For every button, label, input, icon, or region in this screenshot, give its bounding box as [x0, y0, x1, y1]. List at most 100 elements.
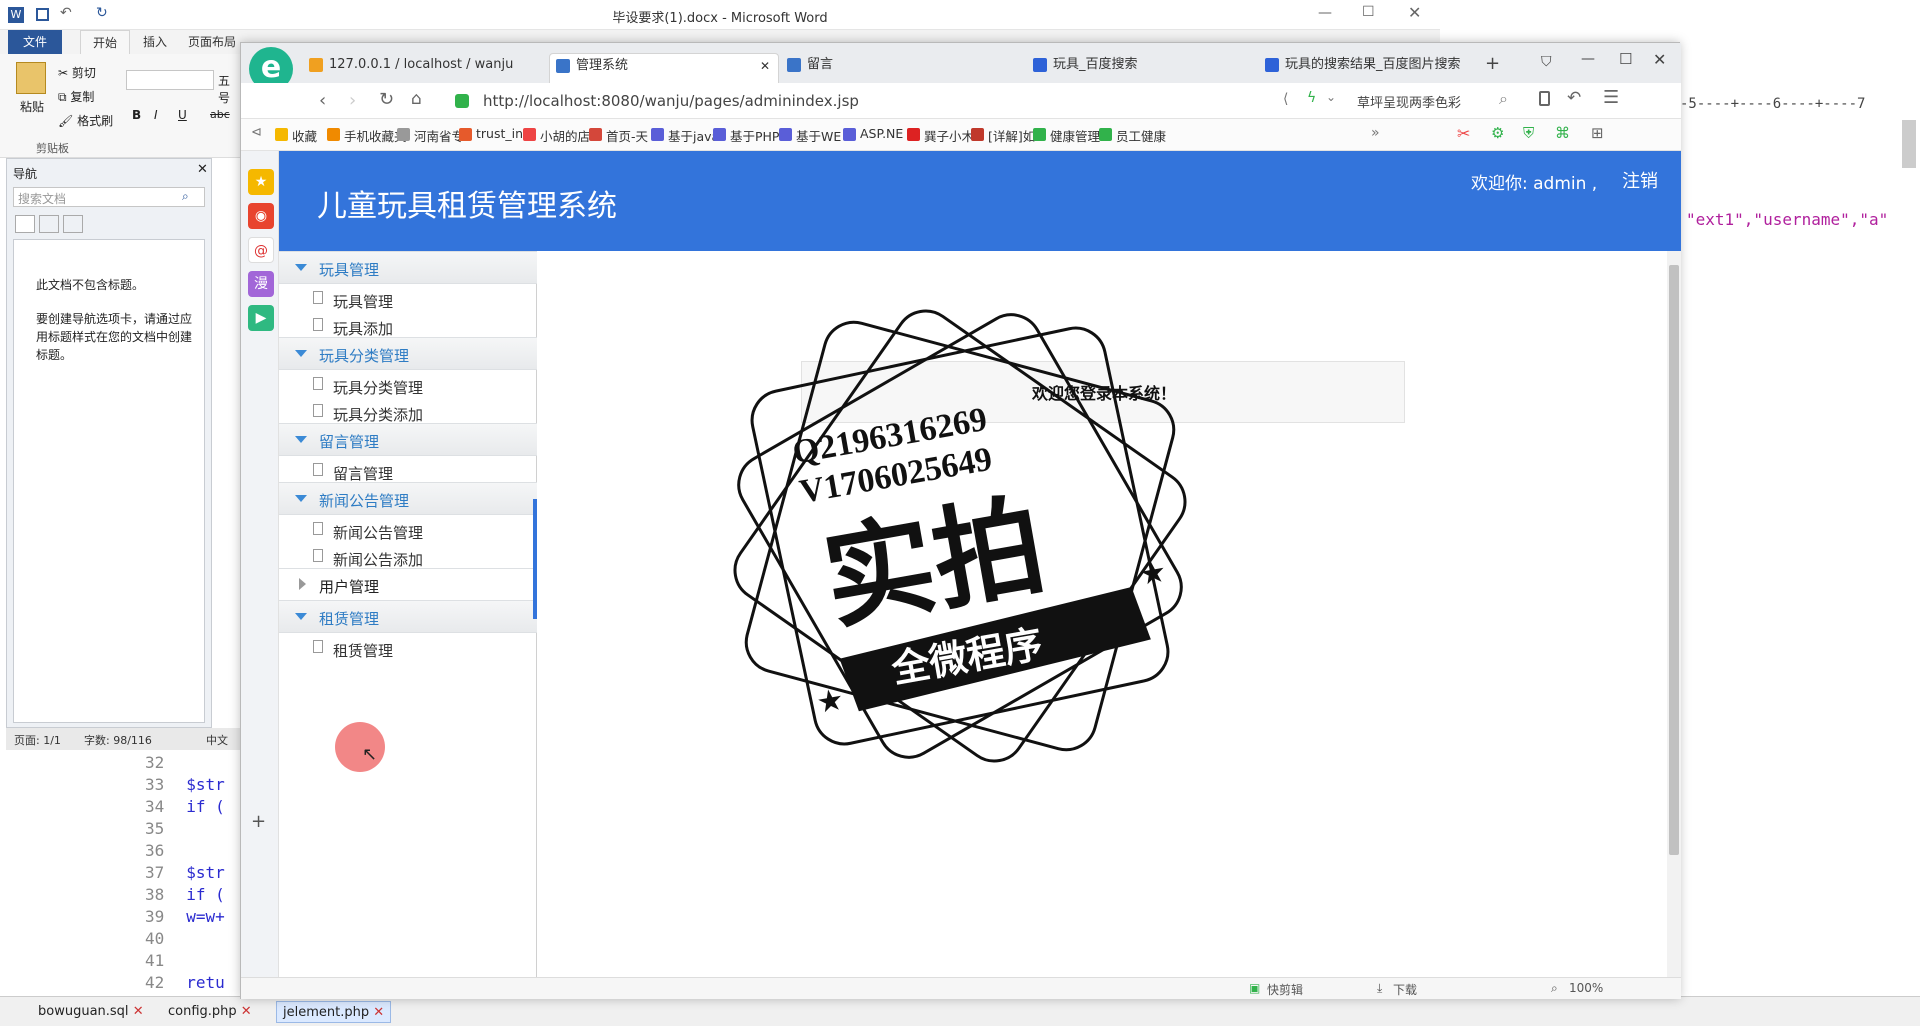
comic-icon[interactable]: 漫 — [248, 271, 274, 297]
bookmark-item[interactable]: trust_in — [459, 126, 523, 141]
close-icon[interactable]: ✕ — [760, 54, 770, 78]
back-icon[interactable]: ‹ — [319, 90, 326, 111]
file-tab-bowuguan[interactable]: bowuguan.sql ✕ — [32, 1001, 150, 1023]
extension-icon[interactable]: ⚙ — [1491, 124, 1504, 142]
logout-link[interactable]: 注销 — [1622, 167, 1658, 193]
quick-clip-icon[interactable]: ▣ — [1249, 981, 1260, 995]
menu-icon[interactable]: ☰ — [1603, 87, 1619, 108]
refresh-icon[interactable]: ↻ — [379, 89, 394, 110]
add-icon[interactable]: + — [251, 811, 266, 832]
close-icon[interactable]: ✕ — [241, 1004, 252, 1019]
content-scrollbar[interactable] — [1667, 251, 1681, 980]
quick-clip-label[interactable]: 快剪辑 — [1267, 981, 1303, 998]
tab-layout[interactable]: 页面布局 — [180, 30, 244, 54]
bookmark-item[interactable]: 健康管理 — [1033, 126, 1100, 145]
file-tab-config[interactable]: config.php ✕ — [162, 1001, 258, 1023]
bookmark-item[interactable]: 小胡的店 — [523, 126, 590, 145]
bookmark-item[interactable]: 基于WE — [779, 126, 841, 145]
zoom-icon[interactable]: ⌕ — [1551, 981, 1558, 996]
bookmark-item[interactable]: ASP.NE — [843, 126, 903, 141]
tab-home[interactable]: 开始 — [80, 30, 130, 54]
pages-view-icon[interactable] — [39, 215, 59, 233]
game-icon[interactable]: ⌘ — [1555, 124, 1570, 142]
scrollbar-thumb[interactable] — [1902, 120, 1916, 168]
bookmark-item[interactable]: 收藏 — [275, 126, 317, 145]
headings-view-icon[interactable] — [15, 215, 35, 233]
address-input[interactable]: http://localhost:8080/wanju/pages/admini… — [483, 92, 859, 110]
menu-group-messages[interactable]: 留言管理 — [279, 423, 537, 456]
search-icon[interactable]: ⌕ — [182, 189, 189, 204]
sidebar-toggle-icon[interactable]: ⊲ — [251, 125, 262, 140]
close-icon[interactable]: ✕ — [197, 162, 208, 177]
browser-tab-2[interactable]: 留言 — [781, 53, 1011, 83]
font-name-select[interactable] — [126, 70, 214, 90]
results-view-icon[interactable] — [63, 215, 83, 233]
lightning-icon[interactable]: ϟ — [1307, 90, 1316, 106]
shield-icon[interactable]: ⛨ — [1523, 124, 1534, 142]
menu-group-toys[interactable]: 玩具管理 — [279, 251, 537, 284]
strikethrough-button[interactable]: abc — [210, 108, 230, 121]
tab-insert[interactable]: 插入 — [130, 30, 180, 54]
file-tab-jelement[interactable]: jelement.php ✕ — [276, 1001, 392, 1023]
line-number: 36 — [145, 841, 165, 860]
bookmark-item[interactable]: 基于PHP — [713, 126, 779, 145]
forward-icon[interactable]: › — [349, 90, 356, 111]
maximize-icon[interactable]: ☐ — [1362, 4, 1375, 20]
bookmark-item[interactable]: 河南省专 — [397, 126, 464, 145]
maximize-icon[interactable]: ☐ — [1619, 50, 1632, 68]
format-painter-button[interactable]: 🖌 格式刷 — [58, 112, 113, 129]
download-icon[interactable]: ⤓ — [1377, 981, 1382, 996]
menu-item-rental-manage[interactable]: 租赁管理 — [279, 633, 537, 666]
minimize-icon[interactable]: — — [1318, 5, 1332, 21]
share-icon[interactable]: ⟨ — [1283, 91, 1288, 107]
underline-button[interactable]: U — [178, 108, 187, 122]
minimize-icon[interactable]: — — [1581, 51, 1595, 67]
menu-group-categories[interactable]: 玩具分类管理 — [279, 337, 537, 370]
home-icon[interactable]: ⌂ — [411, 89, 422, 109]
more-bookmarks-icon[interactable]: » — [1371, 125, 1380, 141]
browser-tab-3[interactable]: 玩具_百度搜索 — [1027, 53, 1259, 83]
browser-tab-1[interactable]: 管理系统 ✕ — [549, 53, 779, 83]
zoom-level[interactable]: 100% — [1569, 981, 1603, 995]
mobile-icon[interactable] — [1539, 91, 1550, 106]
copy-button[interactable]: ⧉ 复制 — [58, 88, 94, 105]
bookmark-item[interactable]: 手机收藏夹 — [327, 126, 407, 145]
search-box[interactable]: 草坪呈现两季色彩 — [1357, 92, 1461, 111]
bookmark-item[interactable]: 员工健康 — [1099, 126, 1166, 145]
bookmark-item[interactable]: 首页-天 — [589, 126, 648, 145]
nav-search-input[interactable]: 搜索文档 ⌕ — [13, 187, 205, 207]
bookmark-item[interactable]: [详解]如 — [971, 126, 1035, 145]
code-text: $str — [186, 775, 225, 794]
font-size-select[interactable]: 五号 — [218, 72, 240, 106]
new-tab-button[interactable]: + — [1485, 53, 1500, 74]
close-icon[interactable]: ✕ — [373, 1005, 384, 1020]
video-icon[interactable]: ▶ — [248, 305, 274, 331]
paste-icon[interactable] — [16, 62, 46, 94]
browser-tab-0[interactable]: 127.0.0.1 / localhost / wanju / — [303, 53, 517, 83]
apps-icon[interactable]: ⊞ — [1591, 124, 1604, 142]
bold-button[interactable]: B — [132, 108, 141, 122]
italic-button[interactable]: I — [154, 108, 158, 122]
download-label[interactable]: 下载 — [1393, 981, 1417, 998]
bookmark-item[interactable]: 巽子小木 — [907, 126, 974, 145]
mail-icon[interactable]: @ — [248, 237, 274, 263]
browser-tab-4[interactable]: 玩具的搜索结果_百度图片搜索 — [1259, 53, 1485, 83]
favorites-star-icon[interactable]: ★ — [248, 169, 274, 195]
cut-button[interactable]: ✂ 剪切 — [58, 64, 96, 81]
close-icon[interactable]: ✕ — [1408, 3, 1421, 22]
scrollbar-thumb[interactable] — [1669, 265, 1679, 855]
undo-icon[interactable]: ↶ — [1567, 88, 1581, 108]
paste-label[interactable]: 粘贴 — [20, 98, 44, 115]
close-icon[interactable]: ✕ — [133, 1004, 144, 1019]
chevron-down-icon[interactable]: ⌄ — [1326, 90, 1336, 104]
menu-group-news[interactable]: 新闻公告管理 — [279, 482, 537, 515]
bookmark-item[interactable]: 基于java — [651, 126, 719, 145]
search-icon[interactable]: ⌕ — [1499, 89, 1508, 109]
skin-icon[interactable]: ⛉ — [1541, 54, 1552, 70]
close-icon[interactable]: ✕ — [1653, 50, 1666, 69]
menu-group-rental[interactable]: 租赁管理 — [279, 600, 537, 633]
scissors-icon[interactable]: ✂ — [1457, 124, 1470, 143]
menu-group-users[interactable]: 用户管理 — [279, 568, 537, 601]
tab-file[interactable]: 文件 — [8, 30, 62, 54]
weibo-icon[interactable]: ◉ — [248, 203, 274, 229]
